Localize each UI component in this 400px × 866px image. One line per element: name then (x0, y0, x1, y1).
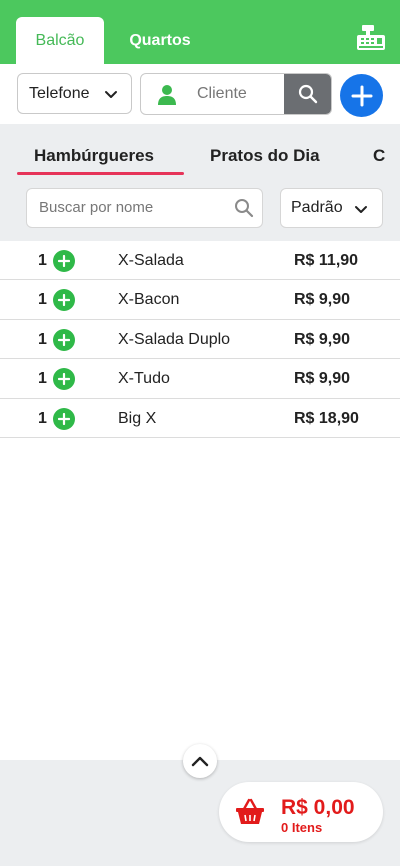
product-row[interactable]: 1 X-Salada Duplo R$ 9,90 (0, 320, 400, 360)
product-qty: 1 (38, 330, 47, 348)
plus-icon (351, 85, 372, 106)
cart-item-count: 0 Itens (281, 820, 323, 835)
cart-summary-button[interactable]: R$ 0,00 0 Itens (219, 782, 383, 842)
product-qty: 1 (38, 291, 47, 309)
add-product-button[interactable] (53, 328, 75, 351)
client-field[interactable]: Cliente (140, 73, 332, 115)
chevron-down-icon (105, 91, 117, 98)
tab-pratos-do-dia[interactable]: Pratos do Dia (210, 146, 320, 166)
product-price: R$ 9,90 (294, 330, 351, 348)
expand-button[interactable] (183, 744, 217, 778)
product-row[interactable]: 1 X-Tudo R$ 9,90 (0, 359, 400, 399)
product-price: R$ 9,90 (294, 370, 351, 388)
product-name: X-Bacon (118, 291, 180, 309)
channel-select-label: Telefone (29, 84, 90, 102)
client-search-button[interactable] (284, 74, 331, 114)
plus-icon (58, 255, 70, 267)
chevron-up-icon (191, 756, 209, 767)
product-price: R$ 11,90 (294, 252, 359, 269)
product-qty: 1 (38, 370, 47, 388)
active-tab-indicator (17, 172, 184, 175)
product-price: R$ 18,90 (294, 409, 359, 427)
cart-total: R$ 0,00 (281, 796, 355, 819)
sort-select-label: Padrão (291, 199, 343, 216)
client-placeholder: Cliente (197, 85, 247, 102)
product-name: X-Salada Duplo (118, 330, 231, 348)
product-name: X-Tudo (118, 370, 170, 388)
product-qty: 1 (38, 252, 47, 269)
top-bar: Balcão Quartos (0, 0, 400, 64)
add-product-button[interactable] (53, 289, 75, 312)
product-name: X-Salada (118, 252, 184, 269)
product-row[interactable]: 1 X-Bacon R$ 9,90 (0, 280, 400, 320)
product-qty: 1 (38, 409, 47, 427)
shopping-basket-icon (236, 798, 264, 824)
plus-icon (58, 412, 70, 425)
tab-hamburgueres[interactable]: Hambúrgueres (34, 146, 154, 166)
category-section: Hambúrgueres Pratos do Dia C Padrão (0, 124, 400, 241)
product-price: R$ 9,90 (294, 291, 351, 309)
person-icon (158, 85, 176, 105)
cash-register-icon[interactable] (356, 24, 386, 52)
product-row[interactable]: 1 Big X R$ 18,90 (0, 399, 400, 438)
tab-next-category[interactable]: C (373, 146, 385, 166)
product-search[interactable] (26, 188, 263, 228)
product-row[interactable]: 1 X-Salada R$ 11,90 (0, 241, 400, 281)
product-name: Big X (118, 409, 157, 427)
add-client-button[interactable] (340, 74, 383, 117)
tab-quartos[interactable]: Quartos (112, 17, 208, 64)
plus-icon (58, 373, 70, 386)
plus-icon (58, 333, 70, 346)
search-icon (298, 84, 317, 104)
sort-select[interactable]: Padrão (280, 188, 383, 228)
search-input[interactable] (39, 199, 229, 216)
channel-select[interactable]: Telefone (17, 73, 132, 114)
add-product-button[interactable] (53, 250, 75, 272)
add-product-button[interactable] (53, 407, 75, 430)
chevron-down-icon (355, 206, 367, 213)
tab-balcao[interactable]: Balcão (16, 17, 104, 64)
search-icon (235, 199, 254, 218)
selector-row: Telefone Cliente (0, 64, 400, 124)
plus-icon (58, 294, 70, 307)
add-product-button[interactable] (53, 368, 75, 391)
product-list: 1 X-Salada R$ 11,90 1 X-Bacon R$ 9,90 1 … (0, 241, 400, 438)
